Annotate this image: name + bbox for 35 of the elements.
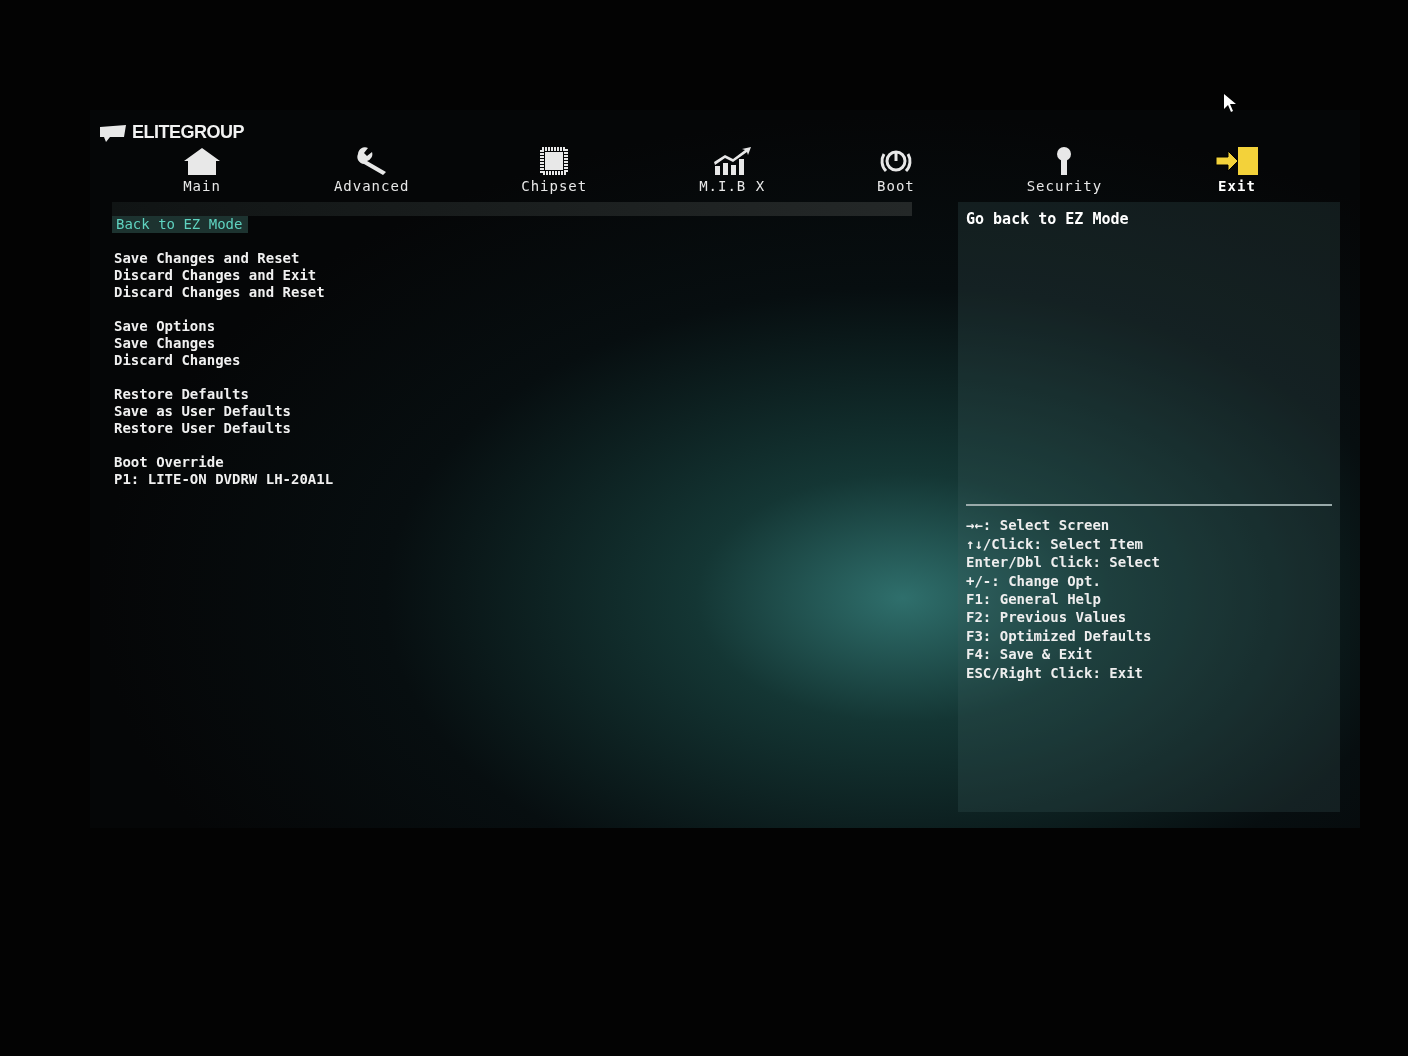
menu-item[interactable]: Boot Override <box>112 454 224 471</box>
menu-item[interactable]: Save Changes <box>112 335 216 352</box>
key-hint: F3: Optimized Defaults <box>966 626 1153 646</box>
help-text: Go back to EZ Mode <box>966 210 1130 228</box>
key-hint: F2: Previous Values <box>966 608 1128 627</box>
menu-item[interactable]: Discard Changes <box>112 352 241 369</box>
key-hint: ESC/Right Click: Exit <box>966 663 1144 682</box>
menu-item[interactable]: Save as User Defaults <box>112 403 291 420</box>
key-hint: Enter/Dbl Click: Select <box>966 553 1161 572</box>
key-hint: +/-: Change Opt. <box>966 571 1102 590</box>
house-icon <box>182 146 222 176</box>
menu-tab[interactable]: Exit <box>1213 146 1260 194</box>
menu-tab[interactable]: Security <box>1026 146 1103 194</box>
menu-item[interactable]: Discard Changes and Reset <box>112 284 325 301</box>
key-hint: →←: Select Screen <box>966 516 1111 535</box>
brand-name: ELITEGROUP <box>132 122 244 143</box>
pointer-icon <box>1223 93 1237 113</box>
menu-tab[interactable]: Chipset <box>521 146 588 194</box>
menu-item[interactable]: Back to EZ Mode <box>112 216 249 233</box>
key-hint: F4: Save & Exit <box>966 645 1094 664</box>
menu-tab[interactable]: Boot <box>877 146 915 194</box>
menu-item[interactable]: Save Options <box>112 318 216 335</box>
exit-door-icon <box>1213 146 1260 176</box>
menu-item[interactable]: Restore Defaults <box>112 386 249 403</box>
menu-item[interactable]: Save Changes and Reset <box>112 250 300 267</box>
menu-item[interactable]: Discard Changes and Exit <box>112 267 317 284</box>
menu-item[interactable]: P1: LITE-ON DVDRW LH-20A1L <box>112 471 334 488</box>
menu-tab[interactable]: Main <box>182 146 222 194</box>
rising-chart-icon <box>711 146 754 176</box>
key-hint: ↑↓/Click: Select Item <box>966 534 1144 554</box>
menu-tab[interactable]: M.I.B X <box>699 146 766 194</box>
key-hint: F1: General Help <box>966 589 1102 609</box>
menu-item[interactable]: Restore User Defaults <box>112 420 291 437</box>
logo-icon <box>98 122 128 143</box>
menu-tab[interactable]: Advanced <box>333 146 410 194</box>
